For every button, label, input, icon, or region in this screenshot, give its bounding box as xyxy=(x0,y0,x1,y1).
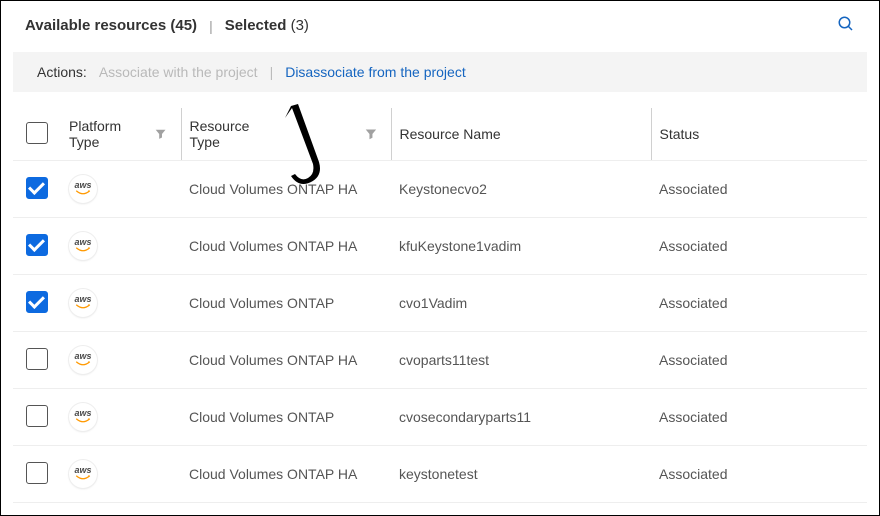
aws-icon: aws xyxy=(69,346,97,374)
cell-status: Associated xyxy=(651,275,867,332)
actions-separator: | xyxy=(270,64,274,80)
tab-selected-count: (3) xyxy=(291,17,309,34)
cell-resource-name: cvo1Vadim xyxy=(391,275,651,332)
cell-resource-type: Cloud Volumes ONTAP HA xyxy=(181,218,391,275)
platform-brand-label: aws xyxy=(74,409,91,418)
cell-resource-type: Cloud Volumes ONTAP HA xyxy=(181,446,391,503)
platform-brand-label: aws xyxy=(74,181,91,190)
resources-table: Platform Type Resource Type Resource Nam… xyxy=(1,108,879,516)
platform-brand-label: aws xyxy=(74,352,91,361)
tab-selected-label: Selected xyxy=(225,17,287,34)
cell-status: Associated xyxy=(651,161,867,218)
select-all-checkbox[interactable] xyxy=(26,122,48,144)
table-row: aws Cloud Volumes ONTAP HA Keystonecvo2 … xyxy=(13,161,867,218)
cell-resource-type: Cloud Volumes ONTAP xyxy=(181,275,391,332)
tab-available-resources[interactable]: Available resources (45) xyxy=(25,17,197,34)
aws-icon: aws xyxy=(69,460,97,488)
actions-bar: Actions: Associate with the project | Di… xyxy=(13,52,867,92)
aws-icon: aws xyxy=(69,403,97,431)
table-header-row: Platform Type Resource Type Resource Nam… xyxy=(13,108,867,161)
cell-resource-type: Cloud Volumes ONTAP HA xyxy=(181,332,391,389)
table-row: aws Cloud Volumes ONTAP HA keystonetest … xyxy=(13,446,867,503)
row-checkbox[interactable] xyxy=(26,177,48,199)
cell-resource-type: Cloud Volumes ONTAP HA xyxy=(181,161,391,218)
cell-status: Associated xyxy=(651,446,867,503)
action-associate[interactable]: Associate with the project xyxy=(99,64,258,80)
action-disassociate[interactable]: Disassociate from the project xyxy=(285,64,466,80)
row-checkbox[interactable] xyxy=(26,234,48,256)
cell-status: Associated xyxy=(651,389,867,446)
cell-resource-name: cvosecondaryparts11 xyxy=(391,389,651,446)
filter-icon[interactable] xyxy=(155,128,166,140)
table-row: aws Cloud Volumes ONTAP HA keystonetesti… xyxy=(13,503,867,516)
row-checkbox[interactable] xyxy=(26,348,48,370)
cell-status: Associated xyxy=(651,218,867,275)
platform-brand-label: aws xyxy=(74,238,91,247)
tab-separator: | xyxy=(209,18,213,34)
tab-available-label: Available resources xyxy=(25,17,166,34)
table-row: aws Cloud Volumes ONTAP cvosecondarypart… xyxy=(13,389,867,446)
platform-brand-label: aws xyxy=(74,295,91,304)
platform-brand-label: aws xyxy=(74,466,91,475)
row-checkbox[interactable] xyxy=(26,462,48,484)
cell-status: Associated xyxy=(651,503,867,516)
cell-resource-type: Cloud Volumes ONTAP xyxy=(181,389,391,446)
aws-icon: aws xyxy=(69,232,97,260)
actions-label: Actions: xyxy=(37,64,87,80)
cell-resource-name: kfuKeystone1vadim xyxy=(391,218,651,275)
table-row: aws Cloud Volumes ONTAP HA cvoparts11tes… xyxy=(13,332,867,389)
top-tab-bar: Available resources (45) | Selected (3) xyxy=(1,1,879,46)
tab-available-count: (45) xyxy=(170,17,197,34)
tab-selected[interactable]: Selected (3) xyxy=(225,17,309,34)
table-row: aws Cloud Volumes ONTAP cvo1Vadim Associ… xyxy=(13,275,867,332)
cell-resource-name: keystonetesting55 xyxy=(391,503,651,516)
search-icon[interactable] xyxy=(837,15,855,36)
column-resource-type[interactable]: Resource Type xyxy=(190,118,283,150)
page-root: Available resources (45) | Selected (3) … xyxy=(0,0,880,516)
column-status[interactable]: Status xyxy=(660,126,700,142)
row-checkbox[interactable] xyxy=(26,405,48,427)
row-checkbox[interactable] xyxy=(26,291,48,313)
cell-resource-type: Cloud Volumes ONTAP HA xyxy=(181,503,391,516)
filter-icon[interactable] xyxy=(365,128,377,140)
column-platform-type[interactable]: Platform Type xyxy=(69,118,149,150)
cell-resource-name: keystonetest xyxy=(391,446,651,503)
column-resource-name[interactable]: Resource Name xyxy=(400,126,501,142)
aws-icon: aws xyxy=(69,175,97,203)
aws-icon: aws xyxy=(69,289,97,317)
cell-resource-name: cvoparts11test xyxy=(391,332,651,389)
cell-resource-name: Keystonecvo2 xyxy=(391,161,651,218)
cell-status: Associated xyxy=(651,332,867,389)
table-row: aws Cloud Volumes ONTAP HA kfuKeystone1v… xyxy=(13,218,867,275)
